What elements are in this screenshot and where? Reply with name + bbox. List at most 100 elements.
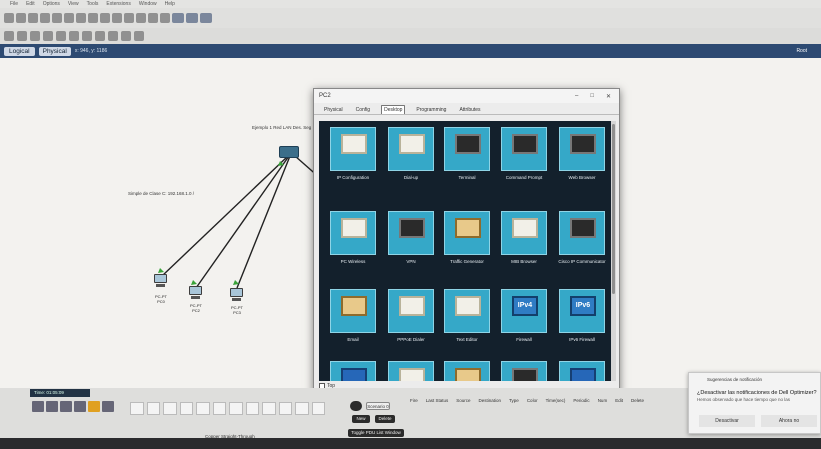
redo-icon[interactable] [124, 13, 134, 23]
activity-wizard-icon[interactable] [52, 13, 62, 23]
undo-icon[interactable] [112, 13, 122, 23]
pc-device[interactable] [229, 288, 245, 306]
pc-device[interactable] [153, 274, 169, 292]
minimize-icon[interactable]: – [575, 93, 578, 100]
freeform-icon[interactable] [108, 31, 118, 41]
save-icon[interactable] [28, 13, 38, 23]
draw-rect-icon[interactable] [82, 31, 92, 41]
end-devices-icon[interactable] [102, 401, 114, 412]
app-mib-browser[interactable]: MIB Browser [500, 211, 548, 264]
wireless-devices-icon[interactable] [74, 401, 86, 412]
app-tile[interactable] [443, 361, 491, 381]
app-command-prompt[interactable]: Command Prompt [500, 127, 548, 180]
open-icon[interactable] [16, 13, 26, 23]
draw-line-icon[interactable] [69, 31, 79, 41]
app-terminal[interactable]: Terminal [443, 127, 491, 180]
serial-dte-icon[interactable] [262, 401, 276, 415]
app-tile[interactable] [558, 361, 606, 381]
custom-devices-icon[interactable] [186, 13, 198, 23]
app-tile[interactable] [500, 361, 548, 381]
octal-cable-icon[interactable] [278, 401, 292, 415]
app-pc-wireless[interactable]: PC Wireless [329, 211, 377, 264]
serial-dce-icon[interactable] [245, 401, 259, 415]
fiber-cable-icon[interactable] [196, 401, 210, 415]
pc-device[interactable] [188, 286, 204, 304]
app-email[interactable]: Email [329, 289, 377, 342]
maximize-icon[interactable]: □ [590, 93, 594, 100]
zoom-reset-icon[interactable] [148, 13, 158, 23]
usb-cable-icon[interactable] [311, 401, 325, 415]
apps-scrollbar[interactable] [611, 121, 616, 381]
app-ip-communicator[interactable]: Cisco IP Communicator [558, 211, 606, 264]
window-titlebar[interactable]: PC2 – □ ✕ [314, 89, 619, 103]
tab-logical[interactable]: Logical [4, 46, 35, 56]
power-cycle-icon[interactable] [350, 401, 362, 411]
app-pppoe-dialer[interactable]: PPPoE Dialer [387, 289, 435, 342]
phone-cable-icon[interactable] [212, 401, 226, 415]
auto-cable-icon[interactable] [130, 401, 144, 415]
new-icon[interactable] [4, 13, 14, 23]
tab-physical[interactable]: Physical [38, 46, 71, 56]
crossover-cable-icon[interactable] [179, 401, 193, 415]
tab-physical[interactable]: Physical [322, 106, 345, 114]
select-icon[interactable] [4, 31, 14, 41]
menu-edit[interactable]: Edit [26, 1, 35, 7]
app-traffic-generator[interactable]: Traffic Generator [443, 211, 491, 264]
menu-options[interactable]: Options [43, 1, 60, 7]
disable-button[interactable]: Desactivar [699, 415, 755, 427]
inspect-icon[interactable] [17, 31, 27, 41]
add-complex-pdu-icon[interactable] [134, 31, 144, 41]
tab-attributes[interactable]: Attributes [457, 106, 482, 114]
menu-file[interactable]: File [10, 1, 18, 7]
iot-cable-icon[interactable] [295, 401, 309, 415]
menu-window[interactable]: Window [139, 1, 157, 7]
copy-icon[interactable] [88, 13, 98, 23]
menu-extensions[interactable]: Extensions [106, 1, 130, 7]
tab-programming[interactable]: Programming [414, 106, 448, 114]
menu-help[interactable]: Help [165, 1, 175, 7]
app-ip-configuration[interactable]: IP Configuration [329, 127, 377, 180]
print-icon[interactable] [40, 13, 50, 23]
hubs-icon[interactable] [60, 401, 72, 412]
menu-view[interactable]: View [68, 1, 79, 7]
close-icon[interactable]: ✕ [606, 93, 611, 100]
new-scenario-button[interactable]: New [352, 415, 370, 423]
resize-icon[interactable] [43, 31, 53, 41]
drawing-palette-icon[interactable] [172, 13, 184, 23]
delete-scenario-button[interactable]: Delete [375, 415, 395, 423]
switches-icon[interactable] [46, 401, 58, 412]
draw-ellipse-icon[interactable] [95, 31, 105, 41]
delete-icon[interactable] [30, 31, 40, 41]
app-firewall[interactable]: IPv4 Firewall [500, 289, 548, 342]
note-icon[interactable] [56, 31, 66, 41]
root-label[interactable]: Root [796, 48, 807, 54]
switch-device-icon[interactable] [279, 146, 299, 158]
mib-browser-icon [512, 218, 538, 238]
add-simple-pdu-icon[interactable] [121, 31, 131, 41]
tab-desktop[interactable]: Desktop [381, 105, 406, 114]
cluster-icon[interactable] [200, 13, 212, 23]
tab-config[interactable]: Config [354, 106, 372, 114]
not-now-button[interactable]: Ahora no [761, 415, 817, 427]
app-tile[interactable] [329, 361, 377, 381]
app-text-editor[interactable]: Text Editor [443, 289, 491, 342]
connections-icon[interactable] [88, 401, 100, 412]
coaxial-cable-icon[interactable] [229, 401, 243, 415]
straight-through-cable-icon[interactable] [163, 401, 177, 415]
zoom-out-icon[interactable] [160, 13, 170, 23]
console-cable-icon[interactable] [146, 401, 160, 415]
app-ipv6-firewall[interactable]: IPv6 IPv6 Firewall [558, 289, 606, 342]
scenario-select[interactable]: Scenario 0 [366, 402, 390, 410]
network-info-icon[interactable] [76, 13, 86, 23]
app-vpn[interactable]: VPN [387, 211, 435, 264]
zoom-in-icon[interactable] [136, 13, 146, 23]
app-tile[interactable] [387, 361, 435, 381]
app-dialup[interactable]: Dial-up [387, 127, 435, 180]
app-web-browser[interactable]: Web Browser [558, 127, 606, 180]
scroll-thumb[interactable] [612, 124, 615, 294]
paste-icon[interactable] [100, 13, 110, 23]
routers-icon[interactable] [32, 401, 44, 412]
info-icon[interactable] [64, 13, 74, 23]
toggle-pdu-list-button[interactable]: Toggle PDU List Window [348, 429, 404, 437]
menu-tools[interactable]: Tools [87, 1, 99, 7]
